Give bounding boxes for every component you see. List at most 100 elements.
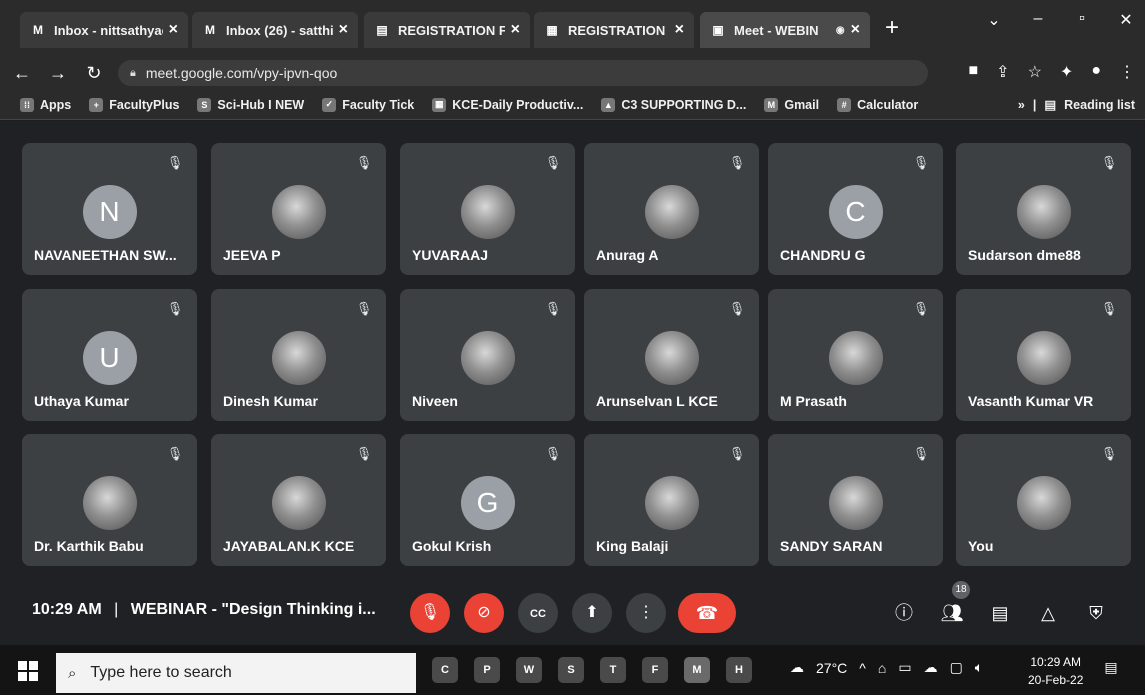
- taskbar-pinned-apps: C P W S T F M H: [432, 657, 752, 683]
- windows-start-button[interactable]: [18, 661, 38, 681]
- minimize-icon[interactable]: –: [1027, 10, 1049, 30]
- chat-button[interactable]: ▤: [986, 599, 1014, 627]
- close-icon[interactable]: ×: [851, 21, 860, 39]
- display-icon[interactable]: ▢: [950, 659, 963, 676]
- new-tab-button[interactable]: +: [878, 14, 906, 42]
- activities-button[interactable]: △: [1034, 599, 1062, 627]
- bookmark-kce-daily[interactable]: ▦ KCE-Daily Productiv...: [432, 97, 583, 112]
- bookmark-gmail[interactable]: M Gmail: [764, 97, 819, 112]
- participant-tile[interactable]: 🎙︎ JEEVA P: [211, 143, 386, 275]
- bookmark-facultyplus[interactable]: + FacultyPlus: [89, 97, 179, 112]
- avatar: [1016, 476, 1071, 530]
- task-view-taskbar-icon[interactable]: T: [600, 657, 626, 683]
- participant-tile[interactable]: 🎙︎ M Prasath: [768, 289, 943, 421]
- chevron-up-icon[interactable]: ^: [859, 660, 866, 676]
- tab-search-icon[interactable]: ⌄: [983, 10, 1005, 30]
- powerpoint-taskbar-icon[interactable]: P: [474, 657, 500, 683]
- reading-list-button[interactable]: » | ▤ Reading list: [1018, 97, 1135, 113]
- close-icon[interactable]: ×: [339, 21, 348, 39]
- help-taskbar-icon[interactable]: H: [726, 657, 752, 683]
- onedrive-icon[interactable]: ☁︎: [924, 659, 938, 676]
- mic-off-icon: 🎙︎: [544, 446, 562, 461]
- menu-kebab-icon[interactable]: ⋮: [1119, 62, 1135, 82]
- chevron-double-right-icon[interactable]: »: [1018, 98, 1025, 112]
- participant-tile[interactable]: 🎙︎ Vasanth Kumar VR: [956, 289, 1131, 421]
- windows-logo-tile: [18, 661, 27, 670]
- participant-name: JEEVA P: [223, 247, 281, 263]
- tab-registration-form[interactable]: ▤ REGISTRATION FO ×: [364, 12, 530, 48]
- microphone-toggle-button[interactable]: 🎙︎: [410, 593, 450, 633]
- participant-tile[interactable]: 🎙︎ JAYABALAN.K KCE: [211, 434, 386, 566]
- camera-icon[interactable]: ■: [969, 62, 979, 82]
- word-taskbar-icon[interactable]: W: [516, 657, 542, 683]
- extensions-icon[interactable]: ✦: [1060, 62, 1073, 82]
- participant-tile[interactable]: 🎙︎ SANDY SARAN: [768, 434, 943, 566]
- taskbar-clock[interactable]: 10:29 AM 20-Feb-22: [1028, 653, 1083, 689]
- meeting-title: WEBINAR - "Design Thinking i...: [130, 601, 376, 618]
- avatar: [460, 185, 515, 239]
- mic-off-icon: 🎙︎: [728, 301, 746, 316]
- people-button[interactable]: 👥︎: [938, 599, 966, 627]
- bookmark-faculty-tick[interactable]: ✓ Faculty Tick: [322, 97, 414, 112]
- captions-button[interactable]: CC: [518, 593, 558, 633]
- meeting-details-button[interactable]: ⓘ: [890, 599, 918, 627]
- volume-icon[interactable]: 🔈︎: [975, 659, 983, 676]
- meeting-details: 10:29 AM | WEBINAR - "Design Thinking i.…: [32, 601, 376, 619]
- tab-inbox-satthi[interactable]: M Inbox (26) - satthi ×: [192, 12, 358, 48]
- participant-tile[interactable]: 🎙︎ Arunselvan L KCE: [584, 289, 759, 421]
- bookmark-c3-supporting[interactable]: ▲ C3 SUPPORTING D...: [601, 97, 747, 112]
- taskbar-search-box[interactable]: ⌕ Type here to search: [56, 653, 416, 693]
- snipping-tool-taskbar-icon[interactable]: S: [558, 657, 584, 683]
- forward-arrow-icon[interactable]: →: [44, 63, 72, 84]
- notifications-icon[interactable]: ▤: [1100, 659, 1122, 681]
- participant-tile[interactable]: 🎙︎ YUVARAAJ: [400, 143, 575, 275]
- share-icon[interactable]: ⇪: [996, 62, 1009, 82]
- leave-call-button[interactable]: ☎︎: [678, 593, 736, 633]
- participant-tile[interactable]: 🎙︎ N NAVANEETHAN SW...: [22, 143, 197, 275]
- reload-icon[interactable]: ↻: [80, 63, 108, 84]
- browser-toolbar: ← → ↻ 🔒︎ meet.google.com/vpy-ipvn-qoo ■ …: [0, 56, 1145, 90]
- bookmark-calculator[interactable]: # Calculator: [837, 97, 918, 112]
- participant-tile[interactable]: 🎙︎ C CHANDRU G: [768, 143, 943, 275]
- file-explorer-taskbar-icon[interactable]: F: [642, 657, 668, 683]
- bookmark-label: Sci-Hub I NEW: [217, 97, 305, 112]
- facultyplus-icon: +: [89, 97, 104, 112]
- address-bar[interactable]: 🔒︎ meet.google.com/vpy-ipvn-qoo: [118, 60, 928, 86]
- close-icon[interactable]: ×: [169, 21, 178, 39]
- camera-toggle-button[interactable]: ⊘: [464, 593, 504, 633]
- tab-inbox-nittsathya[interactable]: M Inbox - nittsathyac ×: [20, 12, 188, 48]
- close-icon[interactable]: ×: [675, 21, 684, 39]
- participant-tile[interactable]: 🎙︎ Anurag A: [584, 143, 759, 275]
- present-screen-button[interactable]: ⬆: [572, 593, 612, 633]
- chrome-taskbar-icon[interactable]: C: [432, 657, 458, 683]
- back-arrow-icon[interactable]: ←: [8, 63, 36, 84]
- meet-taskbar-icon[interactable]: M: [684, 657, 710, 683]
- network-icon[interactable]: ⌂: [878, 660, 886, 676]
- participant-name: Dr. Karthik Babu: [34, 538, 144, 554]
- participant-tile[interactable]: 🎙︎ Dr. Karthik Babu: [22, 434, 197, 566]
- bookmark-label: C3 SUPPORTING D...: [621, 97, 747, 112]
- host-controls-button[interactable]: ⛨: [1082, 599, 1110, 627]
- browser-tab-strip: M Inbox - nittsathyac × M Inbox (26) - s…: [0, 0, 1145, 56]
- profile-avatar[interactable]: ●: [1091, 62, 1101, 82]
- close-icon[interactable]: ×: [511, 21, 520, 39]
- weather-icon[interactable]: ☁︎: [790, 659, 804, 676]
- bookmark-apps[interactable]: ⁞⁞ Apps: [20, 97, 71, 112]
- participant-tile[interactable]: 🎙︎ U Uthaya Kumar: [22, 289, 197, 421]
- participant-tile[interactable]: 🎙︎ Dinesh Kumar: [211, 289, 386, 421]
- bookmark-scihub[interactable]: S Sci-Hub I NEW: [197, 97, 305, 112]
- maximize-icon[interactable]: ▫: [1071, 10, 1093, 30]
- tab-registration-sheet[interactable]: ▦ REGISTRATION FO ×: [534, 12, 694, 48]
- bookmark-star-icon[interactable]: ☆: [1028, 62, 1042, 82]
- participant-tile[interactable]: 🎙︎ King Balaji: [584, 434, 759, 566]
- participant-tile[interactable]: 🎙︎ Niveen: [400, 289, 575, 421]
- participant-tile[interactable]: 🎙︎ You: [956, 434, 1131, 566]
- window-close-icon[interactable]: ✕: [1115, 10, 1137, 30]
- tab-meet-webinar[interactable]: ▣ Meet - WEBIN ◉ ×: [700, 12, 870, 48]
- avatar: [1016, 185, 1071, 239]
- participant-tile[interactable]: 🎙︎ Sudarson dme88: [956, 143, 1131, 275]
- battery-icon[interactable]: ▭: [898, 659, 911, 676]
- temperature[interactable]: 27°C: [816, 660, 847, 676]
- participant-tile[interactable]: 🎙︎ G Gokul Krish: [400, 434, 575, 566]
- more-options-button[interactable]: ⋮: [626, 593, 666, 633]
